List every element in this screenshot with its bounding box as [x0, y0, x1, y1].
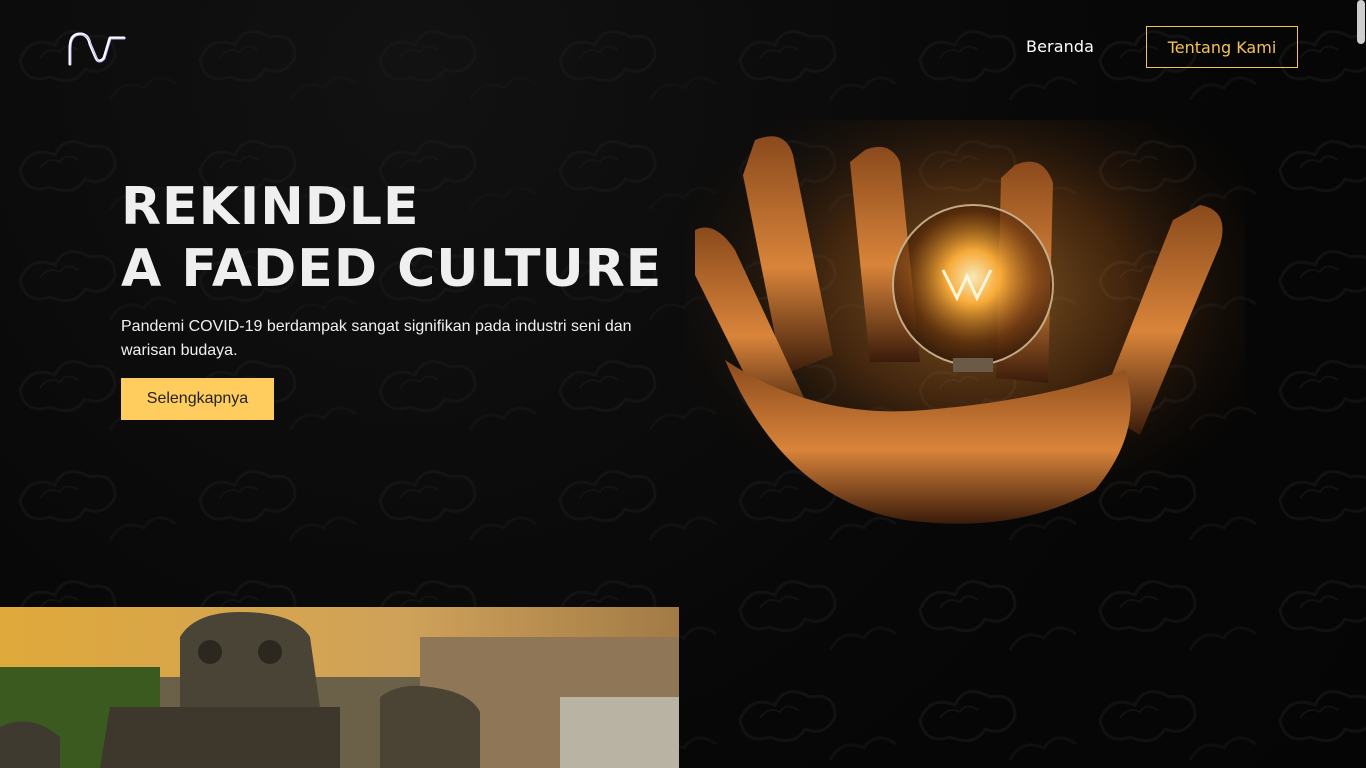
nav-link-beranda[interactable]: Beranda	[1026, 37, 1094, 56]
hero-title-line-1: REKINDLE	[121, 177, 420, 237]
hero-description: Pandemi COVID-19 berdampak sangat signif…	[121, 318, 632, 359]
selengkapnya-button[interactable]: Selengkapnya	[121, 378, 274, 420]
navbar: Beranda Tentang Kami	[0, 0, 1366, 95]
hero-title-line-2: A FADED CULTURE	[121, 239, 663, 299]
hero-title: REKINDLE A FADED CULTURE	[121, 176, 662, 300]
scrollbar-thumb[interactable]	[1357, 0, 1365, 44]
nav-link-tentang-kami[interactable]: Tentang Kami	[1146, 26, 1298, 68]
temple-photo	[0, 607, 679, 768]
hand-lightbulb-image	[685, 120, 1245, 530]
brand-logo[interactable]	[66, 28, 126, 68]
